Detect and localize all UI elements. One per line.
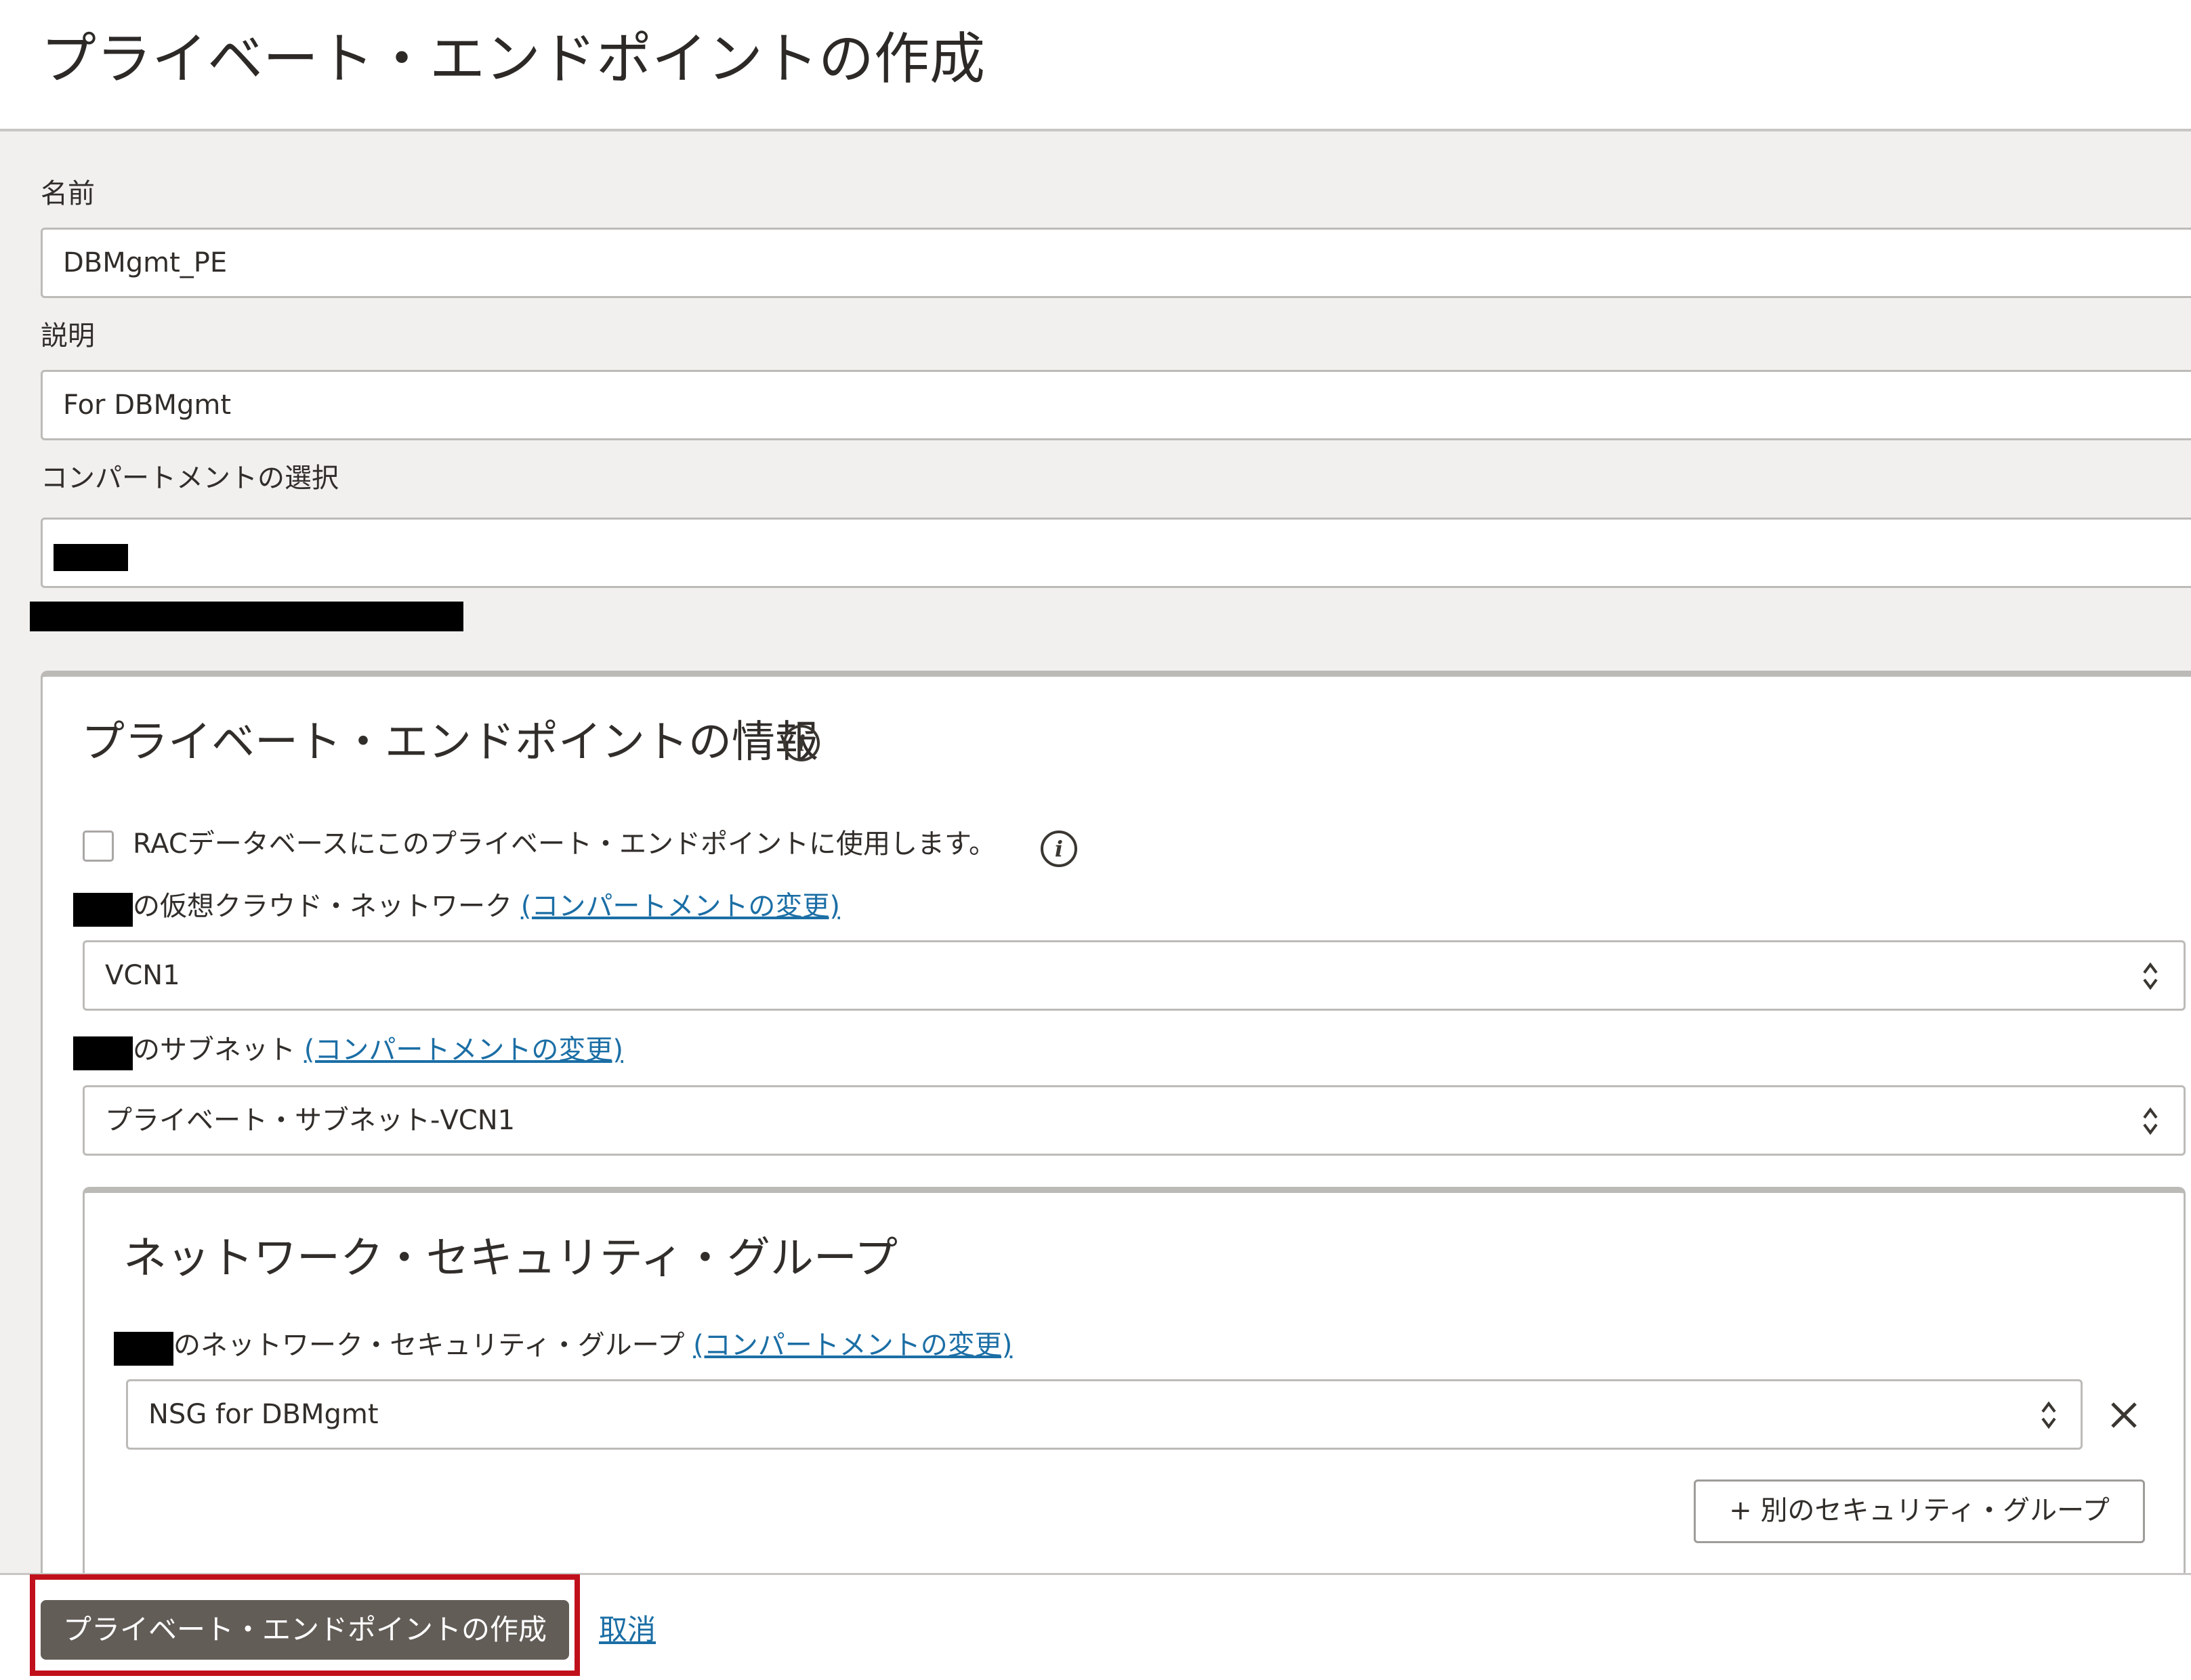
- nsg-label-text: のネットワーク・セキュリティ・グループ: [173, 1330, 685, 1361]
- remove-nsg-close-icon[interactable]: [2108, 1400, 2140, 1431]
- description-label: 説明: [41, 320, 95, 352]
- subnet-select[interactable]: プライベート・サブネット-VCN1: [83, 1085, 2186, 1156]
- page-header: プライベート・エンドポイントの作成: [0, 0, 2191, 131]
- vcn-change-compartment-link[interactable]: (コンパートメントの変更): [521, 891, 840, 922]
- compartment-select[interactable]: [41, 518, 2191, 588]
- vcn-label-text: の仮想クラウド・ネットワーク: [133, 891, 512, 922]
- nsg-title: ネットワーク・セキュリティ・グループ: [123, 1234, 898, 1284]
- subnet-select-value: プライベート・サブネット-VCN1: [105, 1105, 516, 1136]
- name-label: 名前: [41, 178, 95, 209]
- vcn-label: の仮想クラウド・ネットワーク (コンパートメントの変更): [133, 887, 840, 925]
- subnet-label: のサブネット (コンパートメントの変更): [133, 1031, 623, 1069]
- redacted-vcn-compartment: [73, 893, 133, 927]
- subnet-change-compartment-link[interactable]: (コンパートメントの変更): [304, 1034, 623, 1066]
- nsg-select-arrow-icon: [2041, 1398, 2057, 1432]
- name-input[interactable]: DBMgmt_PE: [41, 228, 2191, 298]
- nsg-change-compartment-link[interactable]: (コンパートメントの変更): [693, 1330, 1012, 1361]
- rac-checkbox-label: RACデータベースにこのプライベート・エンドポイントに使用します。: [133, 828, 996, 860]
- add-security-group-button[interactable]: + 別のセキュリティ・グループ: [1694, 1479, 2145, 1543]
- vcn-select[interactable]: VCN1: [83, 940, 2186, 1011]
- compartment-label: コンパートメントの選択: [41, 463, 339, 494]
- redacted-nsg-compartment: [114, 1332, 173, 1366]
- subnet-select-arrow-icon: [2142, 1104, 2158, 1138]
- redacted-subnet-compartment: [73, 1036, 133, 1070]
- nsg-select-value: NSG for DBMgmt: [148, 1399, 379, 1430]
- endpoint-info-title: プライベート・エンドポイントの情報: [81, 717, 818, 768]
- cancel-link[interactable]: 取消: [599, 1611, 656, 1649]
- rac-checkbox[interactable]: [83, 831, 114, 862]
- page-title: プライベート・エンドポイントの作成: [41, 27, 986, 91]
- nsg-select[interactable]: NSG for DBMgmt: [126, 1379, 2083, 1450]
- vcn-select-arrow-icon: [2142, 959, 2158, 993]
- description-input[interactable]: For DBMgmt: [41, 370, 2191, 440]
- info-icon[interactable]: i: [783, 725, 820, 761]
- rac-info-icon[interactable]: i: [1041, 831, 1077, 867]
- redacted-compartment-path: [30, 602, 463, 631]
- redacted-compartment-value: [54, 544, 128, 571]
- subnet-label-text: のサブネット: [133, 1034, 295, 1066]
- create-private-endpoint-button[interactable]: プライベート・エンドポイントの作成: [41, 1600, 569, 1660]
- nsg-label: のネットワーク・セキュリティ・グループ (コンパートメントの変更): [173, 1326, 1012, 1364]
- vcn-select-value: VCN1: [105, 960, 180, 991]
